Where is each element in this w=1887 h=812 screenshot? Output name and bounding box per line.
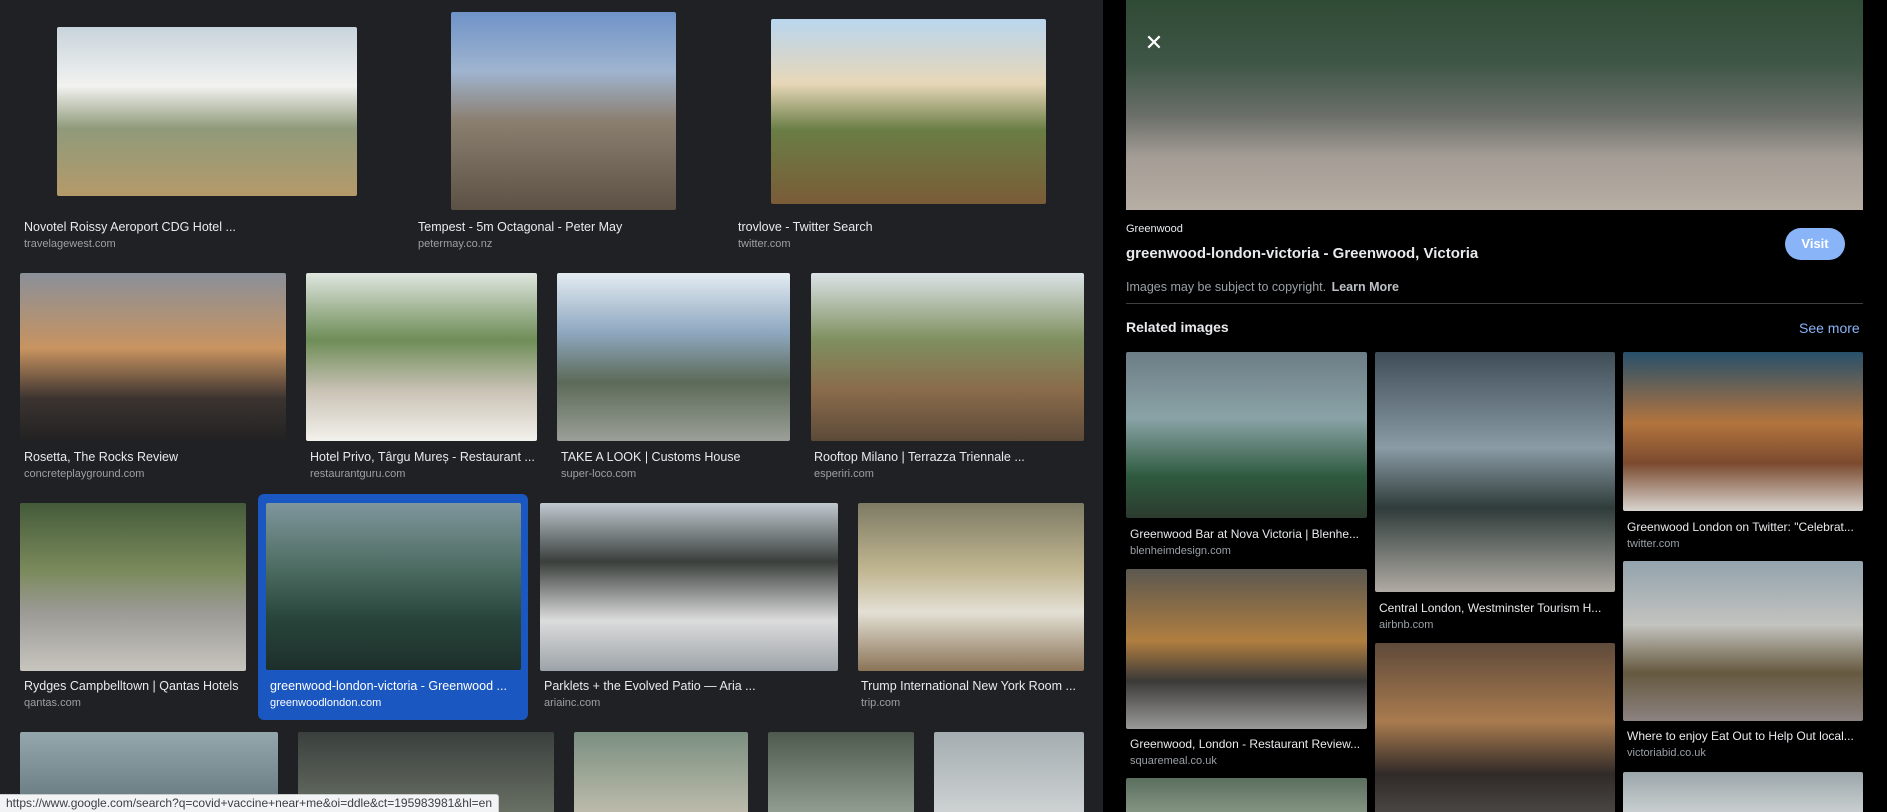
result-caption[interactable]: Rooftop Milano | Terrazza Triennale ... xyxy=(814,450,1084,464)
result-caption[interactable]: Novotel Roissy Aeroport CDG Hotel ... xyxy=(24,220,344,234)
result-caption[interactable]: Hotel Privo, Târgu Mureș - Restaurant ..… xyxy=(310,450,540,464)
result-caption[interactable]: TAKE A LOOK | Customs House xyxy=(561,450,791,464)
result-caption[interactable]: greenwood-london-victoria - Greenwood ..… xyxy=(270,679,515,693)
related-item[interactable]: Central London, Westminster Tourism H...… xyxy=(1375,352,1615,637)
related-source: victoriabid.co.uk xyxy=(1627,747,1706,759)
result-tile[interactable]: Tempest - 5m Octagonal - Peter May peter… xyxy=(410,0,710,260)
result-thumbnail[interactable] xyxy=(540,503,838,671)
result-caption[interactable]: Trump International New York Room ... xyxy=(861,679,1086,693)
related-thumbnail[interactable] xyxy=(1375,352,1615,592)
related-item[interactable]: Greenwood, London - Restaurant Review...… xyxy=(1126,569,1367,774)
result-tile[interactable]: TAKE A LOOK | Customs House super-loco.c… xyxy=(553,270,798,485)
result-thumbnail[interactable] xyxy=(306,273,537,441)
result-caption[interactable]: trovlove - Twitter Search xyxy=(738,220,1058,234)
preview-image[interactable] xyxy=(1126,0,1863,210)
result-thumbnail[interactable] xyxy=(20,273,286,441)
result-caption[interactable]: Tempest - 5m Octagonal - Peter May xyxy=(418,220,698,234)
result-thumbnail[interactable] xyxy=(771,19,1046,204)
result-tile[interactable]: Parklets + the Evolved Patio — Aria ... … xyxy=(537,500,842,715)
related-caption[interactable]: Greenwood, London - Restaurant Review... xyxy=(1130,737,1365,751)
preview-title[interactable]: greenwood-london-victoria - Greenwood, V… xyxy=(1126,245,1478,262)
divider xyxy=(1126,303,1863,304)
result-source: travelagewest.com xyxy=(24,238,116,250)
visit-button[interactable]: Visit xyxy=(1785,228,1845,260)
related-caption[interactable]: Where to enjoy Eat Out to Help Out local… xyxy=(1627,729,1861,743)
result-thumbnail[interactable] xyxy=(811,273,1084,441)
related-item[interactable]: Greenwood Bar at Nova Victoria | Blenhe.… xyxy=(1126,352,1367,562)
result-thumbnail[interactable] xyxy=(266,503,521,670)
result-tile-selected[interactable]: greenwood-london-victoria - Greenwood ..… xyxy=(258,494,528,720)
result-caption[interactable]: Rydges Campbelltown | Qantas Hotels xyxy=(24,679,249,693)
result-source: twitter.com xyxy=(738,238,791,250)
result-source: qantas.com xyxy=(24,697,81,709)
related-item[interactable]: Greenwood London on Twitter: "Celebrat..… xyxy=(1623,352,1863,552)
result-source: super-loco.com xyxy=(561,468,637,480)
related-thumbnail[interactable] xyxy=(1623,772,1863,812)
result-source: concreteplayground.com xyxy=(24,468,145,480)
result-thumbnail[interactable] xyxy=(768,732,914,812)
related-source: twitter.com xyxy=(1627,538,1680,550)
preview-site-name[interactable]: Greenwood xyxy=(1126,223,1183,235)
result-tile[interactable]: Rooftop Milano | Terrazza Triennale ... … xyxy=(806,270,1096,485)
result-thumbnail[interactable] xyxy=(934,732,1084,812)
related-item[interactable]: Where to enjoy Eat Out to Help Out local… xyxy=(1623,561,1863,766)
result-thumbnail[interactable] xyxy=(574,732,748,812)
result-tile[interactable]: Novotel Roissy Aeroport CDG Hotel ... tr… xyxy=(0,0,360,260)
result-thumbnail[interactable] xyxy=(451,12,676,210)
related-caption[interactable]: Central London, Westminster Tourism H... xyxy=(1379,601,1613,615)
copyright-notice: Images may be subject to copyright. Lear… xyxy=(1126,280,1399,294)
status-bar-url: https://www.google.com/search?q=covid+va… xyxy=(0,794,499,812)
result-source: greenwoodlondon.com xyxy=(270,697,382,709)
result-thumbnail[interactable] xyxy=(20,503,246,671)
preview-panel: ✕ Greenwood greenwood-london-victoria - … xyxy=(1103,0,1887,812)
copyright-text: Images may be subject to copyright. xyxy=(1126,280,1327,294)
related-thumbnail[interactable] xyxy=(1126,352,1367,518)
result-tile[interactable]: Rosetta, The Rocks Review concreteplaygr… xyxy=(0,270,300,485)
result-source: trip.com xyxy=(861,697,901,709)
related-source: blenheimdesign.com xyxy=(1130,545,1231,557)
result-tile[interactable]: Hotel Privo, Târgu Mureș - Restaurant ..… xyxy=(300,270,545,485)
result-source: ariainc.com xyxy=(544,697,601,709)
result-caption[interactable]: Rosetta, The Rocks Review xyxy=(24,450,294,464)
result-caption[interactable]: Parklets + the Evolved Patio — Aria ... xyxy=(544,679,824,693)
result-source: petermay.co.nz xyxy=(418,238,493,250)
see-more-link[interactable]: See more xyxy=(1799,320,1860,336)
result-thumbnail[interactable] xyxy=(57,27,357,196)
related-thumbnail[interactable] xyxy=(1375,643,1615,812)
learn-more-link[interactable]: Learn More xyxy=(1332,280,1399,294)
related-thumbnail[interactable] xyxy=(1126,778,1367,812)
related-source: airbnb.com xyxy=(1379,619,1434,631)
result-source: restaurantguru.com xyxy=(310,468,406,480)
result-tile[interactable]: trovlove - Twitter Search twitter.com xyxy=(730,0,1090,260)
related-source: squaremeal.co.uk xyxy=(1130,755,1217,767)
related-thumbnail[interactable] xyxy=(1126,569,1367,729)
related-images-heading: Related images xyxy=(1126,319,1229,335)
close-icon[interactable]: ✕ xyxy=(1141,30,1167,56)
result-tile[interactable]: Trump International New York Room ... tr… xyxy=(855,500,1095,715)
result-tile[interactable]: Rydges Campbelltown | Qantas Hotels qant… xyxy=(0,500,255,715)
result-thumbnail[interactable] xyxy=(557,273,790,441)
related-thumbnail[interactable] xyxy=(1623,352,1863,511)
result-source: esperiri.com xyxy=(814,468,874,480)
related-thumbnail[interactable] xyxy=(1623,561,1863,721)
image-results-grid: Novotel Roissy Aeroport CDG Hotel ... tr… xyxy=(0,0,1103,812)
related-caption[interactable]: Greenwood London on Twitter: "Celebrat..… xyxy=(1627,520,1861,534)
result-thumbnail[interactable] xyxy=(858,503,1084,671)
related-caption[interactable]: Greenwood Bar at Nova Victoria | Blenhe.… xyxy=(1130,527,1365,541)
